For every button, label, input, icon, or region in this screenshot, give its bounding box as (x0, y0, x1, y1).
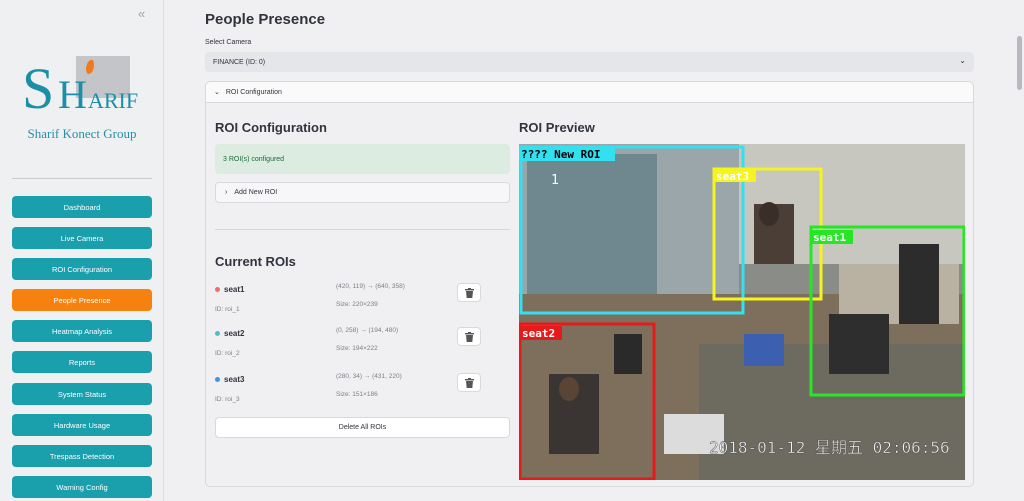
roi-coords: (0, 258) → (194, 480) (336, 327, 399, 334)
trash-icon (464, 331, 474, 342)
roi-size: Size: 194×222 (336, 345, 378, 352)
page-title: People Presence (205, 11, 326, 28)
nav-system-status[interactable]: System Status (12, 383, 152, 405)
svg-text:ARIF: ARIF (88, 88, 138, 113)
roi-id: ID: roi_1 (215, 306, 240, 313)
trash-icon (464, 287, 474, 298)
roi-configuration-expander: ⌄ ROI Configuration ROI Configuration 3 … (205, 81, 974, 487)
delete-roi-button[interactable] (457, 373, 481, 392)
roi-coords: (420, 119) → (640, 358) (336, 283, 405, 290)
logo-text: Sharif Konect Group (27, 126, 137, 141)
roi-id: ID: roi_3 (215, 396, 240, 403)
svg-text:S: S (22, 56, 54, 121)
chevron-down-icon: ⌄ (959, 56, 966, 65)
camera-frame: ???? New ROI 1 seat3 seat1 seat2 2018-01… (519, 144, 965, 480)
svg-text:H: H (58, 72, 87, 117)
camera-select[interactable]: FINANCE (ID: 0) ⌄ (205, 52, 974, 72)
roi-row: seat2 ID: roi_2 (0, 258) → (194, 480) Si… (215, 327, 510, 367)
chevron-down-icon: ⌄ (214, 89, 220, 96)
status-message: 3 ROI(s) configured (215, 144, 510, 174)
roi-preview-image: ???? New ROI 1 seat3 seat1 seat2 2018-01… (519, 144, 965, 480)
select-camera-label: Select Camera (205, 39, 252, 46)
config-heading: ROI Configuration (215, 120, 327, 135)
nav-heatmap-analysis[interactable]: Heatmap Analysis (12, 320, 152, 342)
delete-roi-button[interactable] (457, 283, 481, 302)
add-new-roi-label: Add New ROI (234, 189, 278, 196)
roi-size: Size: 220×239 (336, 301, 378, 308)
roi-id: ID: roi_2 (215, 350, 240, 357)
camera-timestamp: 2018-01-12 星期五 02:06:56 (709, 438, 950, 457)
chevron-right-icon: › (225, 189, 228, 196)
preview-heading: ROI Preview (519, 120, 595, 135)
roi-marker: 1 (551, 173, 559, 188)
status-dot (215, 287, 220, 292)
delete-all-rois-button[interactable]: Delete All ROIs (215, 417, 510, 438)
roi-name: seat2 (224, 329, 245, 338)
nav-warning-config[interactable]: Warning Config (12, 476, 152, 498)
roi-row: seat1 ID: roi_1 (420, 119) → (640, 358) … (215, 283, 510, 323)
roi-label-new: ???? New ROI (521, 148, 600, 161)
trash-icon (464, 377, 474, 388)
camera-select-value: FINANCE (ID: 0) (213, 58, 266, 66)
main-content: People Presence Select Camera FINANCE (I… (165, 0, 1024, 501)
nav-live-camera[interactable]: Live Camera (12, 227, 152, 249)
scrollbar[interactable] (1017, 36, 1022, 90)
roi-label-seat2: seat2 (522, 327, 555, 340)
expander-header[interactable]: ⌄ ROI Configuration (206, 82, 973, 103)
roi-label-seat1: seat1 (813, 231, 846, 244)
roi-coords: (280, 34) → (431, 220) (336, 373, 402, 380)
add-new-roi-expander[interactable]: › Add New ROI (215, 182, 510, 203)
sidebar-divider (12, 178, 152, 179)
sidebar: « S H ARIF Sharif Konect Group Dashboard… (0, 0, 164, 501)
nav-dashboard[interactable]: Dashboard (12, 196, 152, 218)
status-dot (215, 331, 220, 336)
roi-name: seat1 (224, 285, 245, 294)
current-rois-heading: Current ROIs (215, 254, 296, 269)
nav-reports[interactable]: Reports (12, 351, 152, 373)
roi-size: Size: 151×186 (336, 391, 378, 398)
nav-people-presence[interactable]: People Presence (12, 289, 152, 311)
roi-label-seat3: seat3 (716, 170, 749, 183)
expander-title: ROI Configuration (225, 88, 282, 96)
section-divider (215, 229, 510, 230)
collapse-sidebar-icon[interactable]: « (138, 6, 145, 21)
roi-name: seat3 (224, 375, 245, 384)
nav-trespass-detection[interactable]: Trespass Detection (12, 445, 152, 467)
delete-roi-button[interactable] (457, 327, 481, 346)
status-dot (215, 377, 220, 382)
nav-hardware-usage[interactable]: Hardware Usage (12, 414, 152, 436)
nav-roi-configuration[interactable]: ROI Configuration (12, 258, 152, 280)
roi-row: seat3 ID: roi_3 (280, 34) → (431, 220) S… (215, 373, 510, 413)
